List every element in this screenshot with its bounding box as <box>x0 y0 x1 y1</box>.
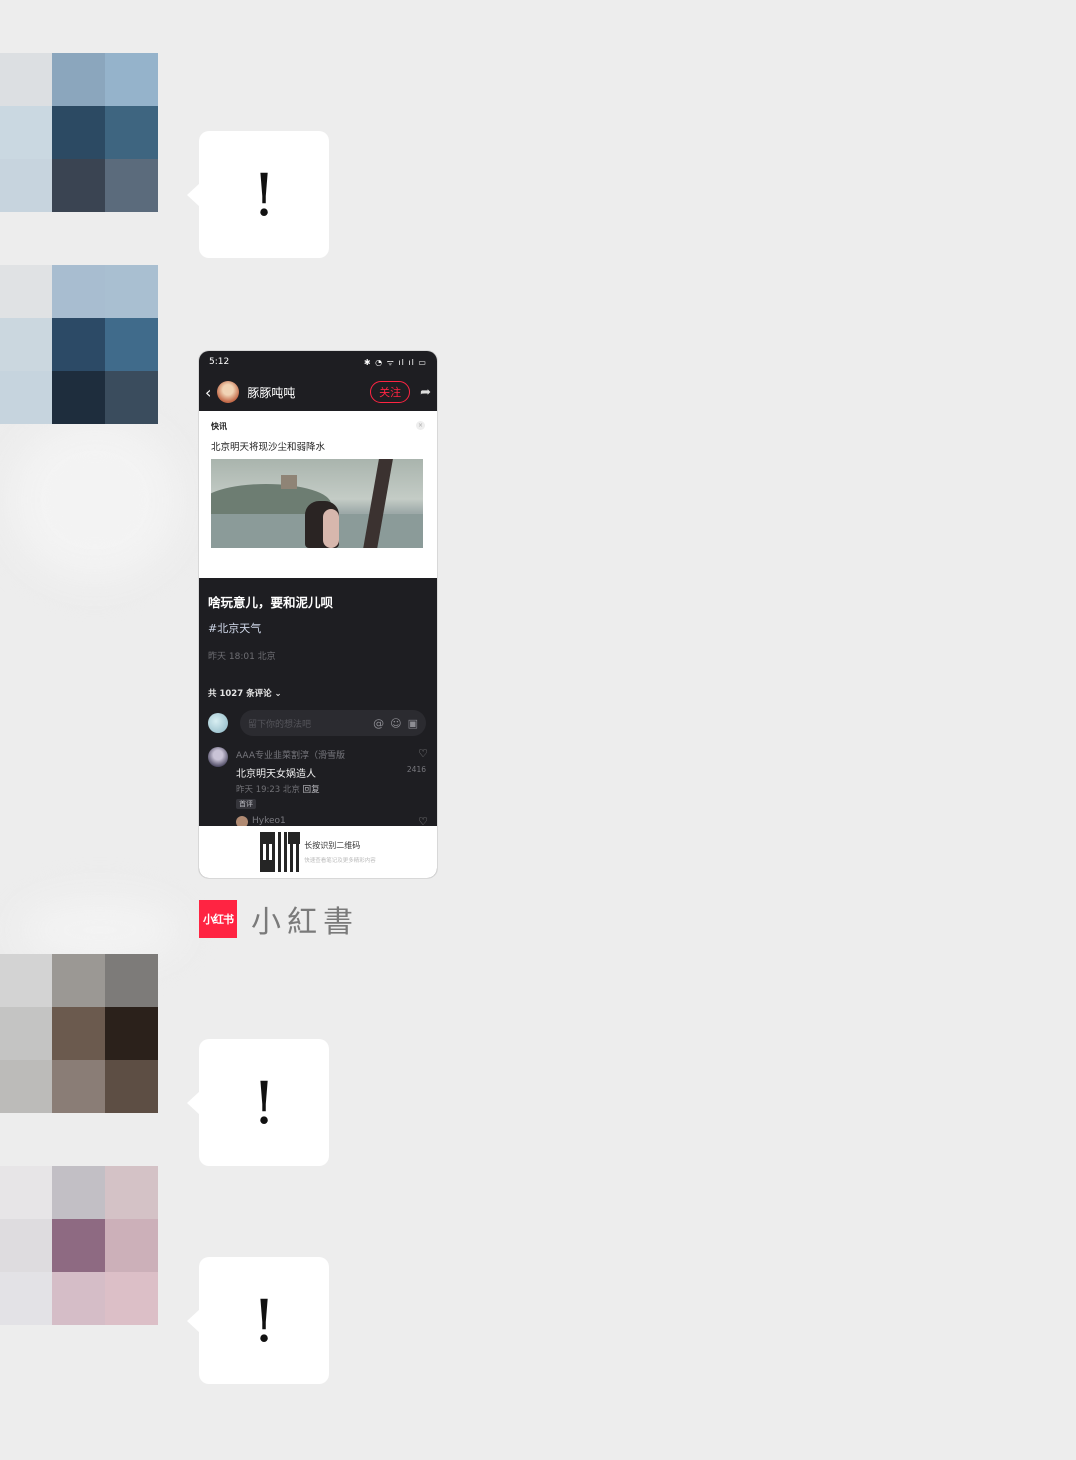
note-hashtag[interactable]: #北京天气 <box>208 620 428 636</box>
author-name[interactable]: 豚豚吨吨 <box>247 384 370 401</box>
avatar-contact[interactable] <box>0 265 160 425</box>
reply-link[interactable]: 回复 <box>303 785 320 795</box>
message-bubble[interactable]: ! <box>187 1039 329 1166</box>
news-tag: 快讯 <box>211 422 227 431</box>
news-title: 北京明天将现沙尘和弱降水 <box>211 442 326 453</box>
source-brand[interactable]: 小红书 小紅書 <box>199 897 359 941</box>
note-body: 啥玩意儿，要和泥儿呗 #北京天气 昨天 18:01 北京 共 1027 条评论 … <box>199 578 437 835</box>
qr-code-icon <box>260 832 301 872</box>
reply-user[interactable]: Hykeo1 <box>252 816 286 826</box>
message-text: ! <box>252 160 276 229</box>
status-time: 5:12 <box>209 357 230 367</box>
message-bubble[interactable]: ! <box>187 131 329 258</box>
author-avatar[interactable] <box>217 381 240 403</box>
back-arrow-icon[interactable]: ‹ <box>205 383 211 402</box>
comment-count[interactable]: 共 1027 条评论 ⌄ <box>208 687 428 699</box>
message-bubble[interactable]: ! <box>187 1257 329 1384</box>
comment-meta: 昨天 19:23 北京 回复 <box>236 785 320 795</box>
comment-item: AAA专业韭菜割淳（滑雪版 北京明天女娲造人 昨天 19:23 北京 回复 首评… <box>208 745 428 815</box>
news-card: 快讯 × 北京明天将现沙尘和弱降水 <box>199 411 437 578</box>
first-comment-badge: 首评 <box>236 799 256 809</box>
message-text: ! <box>252 1286 276 1355</box>
mention-icon[interactable]: @ <box>373 717 384 730</box>
comment-input[interactable]: 留下你的想法吧 @ ☺ ▣ <box>240 710 426 736</box>
avatar-contact[interactable] <box>0 1166 160 1326</box>
note-header: ‹ 豚豚吨吨 关注 ➦ <box>199 373 437 411</box>
my-avatar <box>208 713 228 733</box>
shared-note-card[interactable]: 5:12 ✱ ◔ ᯤ ıl ıl ▭ ‹ 豚豚吨吨 关注 ➦ 快讯 × 北京明天… <box>199 351 437 878</box>
commenter-avatar[interactable] <box>208 747 228 767</box>
comment-text: 北京明天女娲造人 <box>236 769 316 780</box>
status-icons: ✱ ◔ ᯤ ıl ıl ▭ <box>363 357 427 367</box>
close-icon: × <box>416 421 425 430</box>
heart-icon[interactable]: ♡ <box>418 747 428 760</box>
follow-button[interactable]: 关注 <box>370 381 411 403</box>
qr-subtitle: 快速查看笔记及更多精彩内容 <box>304 858 376 864</box>
share-icon[interactable]: ➦ <box>420 385 431 400</box>
comment-placeholder: 留下你的想法吧 <box>248 719 312 730</box>
message-text: ! <box>252 1068 276 1137</box>
news-photo <box>211 459 423 548</box>
note-meta: 昨天 18:01 北京 <box>208 652 276 662</box>
qr-footer: 长按识别二维码 快速查看笔记及更多精彩内容 <box>199 826 437 878</box>
comment-input-row: 留下你的想法吧 @ ☺ ▣ <box>208 710 428 736</box>
qr-title: 长按识别二维码 <box>304 841 361 850</box>
avatar-contact[interactable] <box>0 954 160 1114</box>
commenter-name[interactable]: AAA专业韭菜割淳（滑雪版 <box>236 748 345 761</box>
emoji-icon[interactable]: ☺ <box>390 717 401 730</box>
xiaohongshu-logo: 小红书 <box>199 900 237 938</box>
note-title: 啥玩意儿，要和泥儿呗 <box>208 595 334 610</box>
image-icon[interactable]: ▣ <box>408 717 418 730</box>
avatar-contact[interactable] <box>0 53 160 213</box>
status-bar: 5:12 ✱ ◔ ᯤ ıl ıl ▭ <box>199 351 437 373</box>
like-count: 2416 <box>406 765 426 774</box>
brand-name: 小紅書 <box>251 905 359 940</box>
